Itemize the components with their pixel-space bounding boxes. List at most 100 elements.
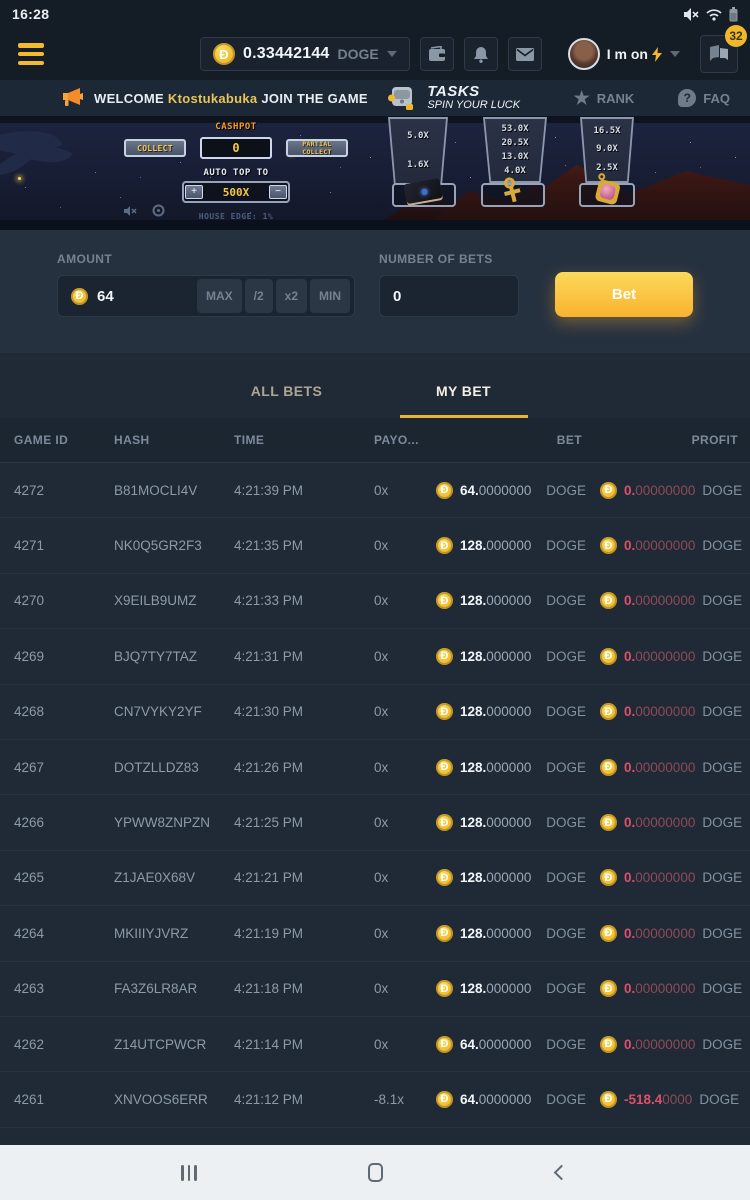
auto-top-label: AUTO TOP TO	[182, 168, 290, 178]
cell-payout: 0x	[374, 483, 436, 498]
messages-button[interactable]	[508, 37, 542, 71]
doge-coin-icon: Ð	[436, 1036, 453, 1053]
cell-time: 4:21:18 PM	[234, 981, 374, 996]
home-icon	[368, 1163, 383, 1182]
amount-modifier-button[interactable]: MAX	[197, 279, 242, 313]
chevron-down-icon	[387, 51, 397, 57]
doge-coin-icon: Ð	[436, 482, 453, 499]
cell-payout: 0x	[374, 649, 436, 664]
wallet-button[interactable]	[420, 37, 454, 71]
multiplier-label: 20.5X	[501, 139, 528, 148]
status-bar: 16:28	[0, 0, 750, 28]
bet-currency: DOGE	[546, 981, 586, 996]
cell-profit: Ð 0.00000000 DOGE	[586, 648, 742, 665]
cell-hash: Z14UTCPWCR	[114, 1037, 234, 1052]
tab-all-bets[interactable]: ALL BETS	[223, 383, 351, 418]
sound-mute-icon[interactable]	[124, 205, 138, 217]
stepper-plus-button[interactable]: +	[185, 185, 203, 199]
balance-currency: DOGE	[338, 46, 379, 62]
cell-payout: 0x	[374, 815, 436, 830]
table-row[interactable]: 4270 X9EILB9UMZ 4:21:33 PM 0x Ð 128.0000…	[0, 574, 750, 629]
game-canvas[interactable]: 5.0X1.6X 53.0X20.5X13.0X4.0X 16.5X9.0X2.…	[0, 117, 750, 230]
plant-decoration	[0, 121, 98, 191]
table-row[interactable]: 4269 BJQ7TY7TAZ 4:21:31 PM 0x Ð 128.0000…	[0, 629, 750, 684]
doge-coin-icon: Ð	[600, 1036, 617, 1053]
back-button[interactable]	[538, 1153, 584, 1193]
table-row[interactable]: 4265 Z1JAE0X68V 4:21:21 PM 0x Ð 128.0000…	[0, 851, 750, 906]
tower-multipliers: 53.0X20.5X13.0X4.0X	[485, 119, 545, 181]
cell-game-id: 4262	[14, 1037, 114, 1052]
app-screen: 16:28 Ð 0.33442144 DOGE I m on	[0, 0, 750, 1200]
amount-modifier-button[interactable]: MIN	[310, 279, 350, 313]
faq-link[interactable]: ? FAQ	[678, 89, 730, 107]
bets-table-header: GAME IDHASHTIMEPAYO...BETPROFIT	[0, 418, 750, 463]
multiplier-tower-3: 16.5X9.0X2.5X	[580, 117, 634, 183]
table-row[interactable]: 4271 NK0Q5GR2F3 4:21:35 PM 0x Ð 128.0000…	[0, 518, 750, 573]
table-row[interactable]: 4263 FA3Z6LR8AR 4:21:18 PM 0x Ð 128.0000…	[0, 962, 750, 1017]
balance-dropdown[interactable]: Ð 0.33442144 DOGE	[200, 37, 410, 71]
multiplier-label: 53.0X	[501, 125, 528, 134]
rank-link[interactable]: ★ RANK	[574, 89, 635, 107]
doge-coin-icon: Ð	[600, 814, 617, 831]
stepper-minus-button[interactable]: −	[269, 185, 287, 199]
shell-icon[interactable]	[152, 204, 165, 217]
bets-input-box	[379, 275, 519, 317]
column-header: TIME	[234, 433, 374, 447]
auto-top-value: 500X	[223, 186, 250, 199]
cell-hash: XNVOOS6ERR	[114, 1092, 234, 1107]
table-row[interactable]: 4267 DOTZLLDZ83 4:21:26 PM 0x Ð 128.0000…	[0, 740, 750, 795]
doge-coin-icon: Ð	[600, 592, 617, 609]
cell-profit: Ð 0.00000000 DOGE	[586, 980, 742, 997]
profit-currency: DOGE	[702, 593, 742, 608]
table-row[interactable]: 4260 QTLZ9BTVRZ 4:21:08 PM 0x Ð 64.00000…	[0, 1128, 750, 1145]
avatar	[568, 38, 600, 70]
doge-coin-icon: Ð	[436, 592, 453, 609]
item-slot-book[interactable]	[392, 183, 456, 207]
cell-game-id: 4271	[14, 538, 114, 553]
cell-payout: 0x	[374, 981, 436, 996]
table-row[interactable]: 4262 Z14UTCPWCR 4:21:14 PM 0x Ð 64.00000…	[0, 1017, 750, 1072]
amount-modifier-button[interactable]: x2	[276, 279, 307, 313]
partial-collect-button[interactable]: PARTIAL COLLECT	[286, 139, 348, 157]
question-icon: ?	[678, 89, 696, 107]
cell-payout: -8.1x	[374, 1092, 436, 1107]
table-row[interactable]: 4264 MKIIIYJVRZ 4:21:19 PM 0x Ð 128.0000…	[0, 906, 750, 961]
doge-coin-icon: Ð	[436, 1091, 453, 1108]
amount-modifier-button[interactable]: /2	[245, 279, 273, 313]
bet-currency: DOGE	[546, 1037, 586, 1052]
user-menu[interactable]: I m on	[568, 38, 680, 70]
bet-panel: AMOUNT Ð MAX/2x2MIN NUMBER OF BETS Bet	[0, 230, 750, 353]
envelope-icon	[516, 48, 534, 61]
chat-icon	[709, 45, 729, 63]
profit-currency: DOGE	[699, 1092, 739, 1107]
bets-tabs: ALL BETS MY BET	[0, 353, 750, 418]
recents-button[interactable]	[166, 1153, 212, 1193]
cell-game-id: 4263	[14, 981, 114, 996]
item-slot-amulet[interactable]	[579, 183, 635, 207]
cell-bet: Ð 128.000000 DOGE	[436, 980, 586, 997]
multiplier-tower-1: 5.0X1.6X	[388, 117, 448, 185]
cell-game-id: 4269	[14, 649, 114, 664]
amount-input[interactable]	[97, 288, 157, 305]
cell-bet: Ð 128.000000 DOGE	[436, 537, 586, 554]
tab-my-bet[interactable]: MY BET	[400, 383, 528, 418]
table-row[interactable]: 4266 YPWW8ZNPZN 4:21:25 PM 0x Ð 128.0000…	[0, 795, 750, 850]
bet-button[interactable]: Bet	[555, 272, 693, 317]
home-button[interactable]	[352, 1153, 398, 1193]
item-slot-ankh[interactable]	[481, 183, 545, 207]
notifications-button[interactable]	[464, 37, 498, 71]
cell-profit: Ð 0.00000000 DOGE	[586, 592, 742, 609]
number-of-bets-input[interactable]	[393, 288, 514, 305]
cell-payout: 0x	[374, 704, 436, 719]
cashpot-value: 0	[200, 137, 272, 159]
menu-button[interactable]	[18, 43, 44, 65]
table-row[interactable]: 4261 XNVOOS6ERR 4:21:12 PM -8.1x Ð 64.00…	[0, 1072, 750, 1127]
wallet-icon	[428, 46, 446, 62]
doge-coin-icon: Ð	[436, 980, 453, 997]
table-row[interactable]: 4272 B81MOCLI4V 4:21:39 PM 0x Ð 64.00000…	[0, 463, 750, 518]
table-row[interactable]: 4268 CN7VYKY2YF 4:21:30 PM 0x Ð 128.0000…	[0, 685, 750, 740]
tasks-link[interactable]: TASKS SPIN YOUR LUCK	[378, 84, 530, 112]
collect-button[interactable]: COLLECT	[124, 139, 186, 157]
bet-currency: DOGE	[546, 649, 586, 664]
wifi-icon	[706, 8, 722, 21]
